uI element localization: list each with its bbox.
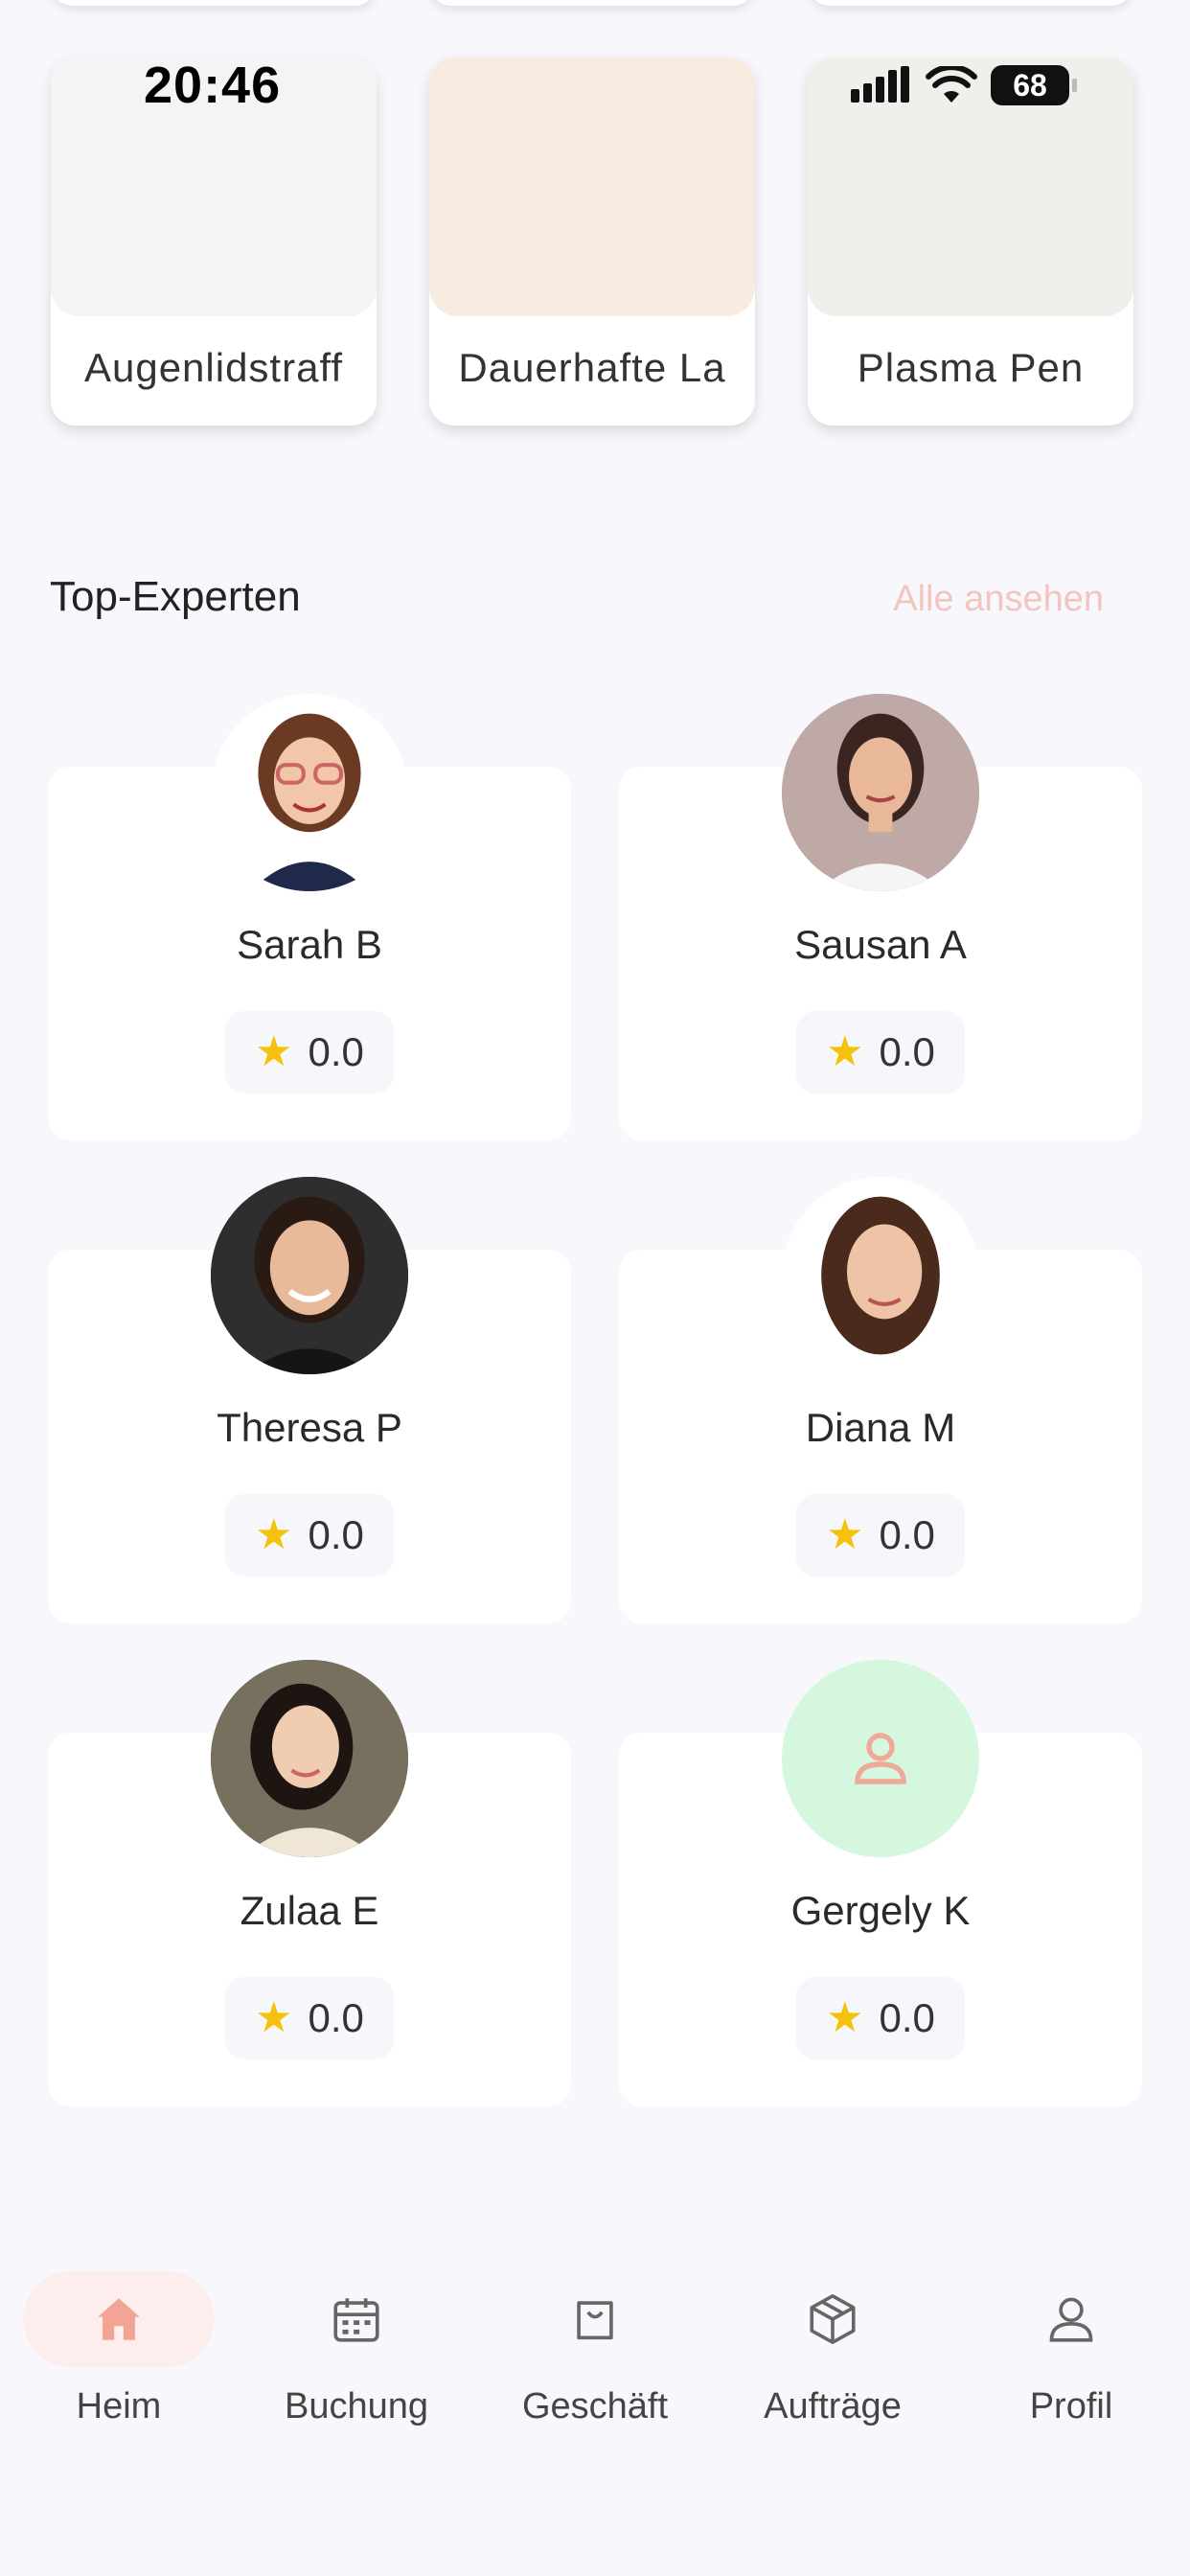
- star-icon: ★: [826, 1028, 864, 1075]
- nav-item-booking[interactable]: Buchung: [238, 2252, 475, 2444]
- section-title: Top-Experten: [50, 573, 301, 620]
- star-icon: ★: [255, 1994, 293, 2041]
- nav-label: Geschäft: [521, 2386, 669, 2426]
- user-placeholder-icon: [855, 1733, 906, 1784]
- rating-value: 0.0: [879, 1512, 935, 1557]
- nav-item-home[interactable]: Heim: [0, 2252, 238, 2444]
- expert-avatar: [782, 1177, 979, 1374]
- rating-value: 0.0: [879, 1995, 935, 2040]
- expert-name: Theresa P: [217, 1405, 402, 1450]
- expert-avatar: [782, 694, 979, 891]
- rating-badge: ★ 0.0: [796, 1494, 965, 1576]
- expert-name: Zulaa E: [240, 1888, 379, 1933]
- category-label: Dauerhafte La: [458, 345, 726, 390]
- nav-label: Profil: [1029, 2386, 1113, 2426]
- user-icon: [1049, 2297, 1093, 2342]
- package-icon: [810, 2294, 856, 2344]
- category-image: [429, 58, 755, 316]
- shopping-bag-icon: [577, 2301, 613, 2340]
- nav-item-profile[interactable]: Profil: [952, 2252, 1190, 2444]
- rating-value: 0.0: [308, 1512, 364, 1557]
- bottom-nav: Heim Buchung Geschäft Aufträge Profil: [0, 2252, 1190, 2576]
- category-card[interactable]: Plasma Pen: [808, 58, 1133, 426]
- see-all-link[interactable]: Alle ansehen: [893, 579, 1104, 620]
- category-card[interactable]: Dauerhafte La: [429, 58, 755, 426]
- expert-avatar-placeholder: [782, 1660, 979, 1857]
- category-card-partial[interactable]: [51, 0, 377, 6]
- expert-name: Gergely K: [790, 1888, 971, 1933]
- expert-avatar: [211, 694, 408, 891]
- status-icons: 68: [851, 65, 1077, 105]
- star-icon: ★: [826, 1511, 864, 1558]
- rating-badge: ★ 0.0: [225, 1977, 394, 2059]
- nav-item-orders[interactable]: Aufträge: [714, 2252, 951, 2444]
- calendar-icon: [333, 2298, 379, 2342]
- rating-value: 0.0: [879, 1029, 935, 1074]
- nav-label: Aufträge: [764, 2386, 902, 2426]
- nav-label: Buchung: [284, 2386, 428, 2426]
- rating-value: 0.0: [308, 1029, 364, 1074]
- category-label: Plasma Pen: [857, 345, 1085, 390]
- expert-name: Diana M: [805, 1405, 956, 1450]
- signal-icon: [851, 66, 909, 103]
- star-icon: ★: [826, 1994, 864, 2041]
- rating-badge: ★ 0.0: [225, 1494, 394, 1576]
- nav-label: Heim: [76, 2386, 162, 2426]
- rating-badge: ★ 0.0: [796, 1011, 965, 1093]
- home-icon: [98, 2298, 140, 2340]
- battery-level: 68: [1013, 67, 1047, 103]
- rating-badge: ★ 0.0: [796, 1977, 965, 2059]
- star-icon: ★: [255, 1511, 293, 1558]
- star-icon: ★: [255, 1028, 293, 1075]
- app-screen: Augenlidstraff Dauerhafte La Plasma Pen …: [0, 0, 1190, 2576]
- expert-name: Sausan A: [794, 922, 967, 967]
- category-card-partial[interactable]: [429, 0, 755, 6]
- category-card-partial[interactable]: [808, 0, 1133, 6]
- rating-badge: ★ 0.0: [225, 1011, 394, 1093]
- rating-value: 0.0: [308, 1995, 364, 2040]
- expert-name: Sarah B: [237, 922, 382, 967]
- expert-avatar: [211, 1660, 408, 1857]
- status-time: 20:46: [144, 57, 282, 114]
- expert-avatar: [211, 1177, 408, 1374]
- nav-item-shop[interactable]: Geschäft: [476, 2252, 714, 2444]
- battery-icon: 68: [991, 65, 1077, 105]
- wifi-icon: [926, 66, 977, 103]
- category-label: Augenlidstraff: [83, 345, 344, 390]
